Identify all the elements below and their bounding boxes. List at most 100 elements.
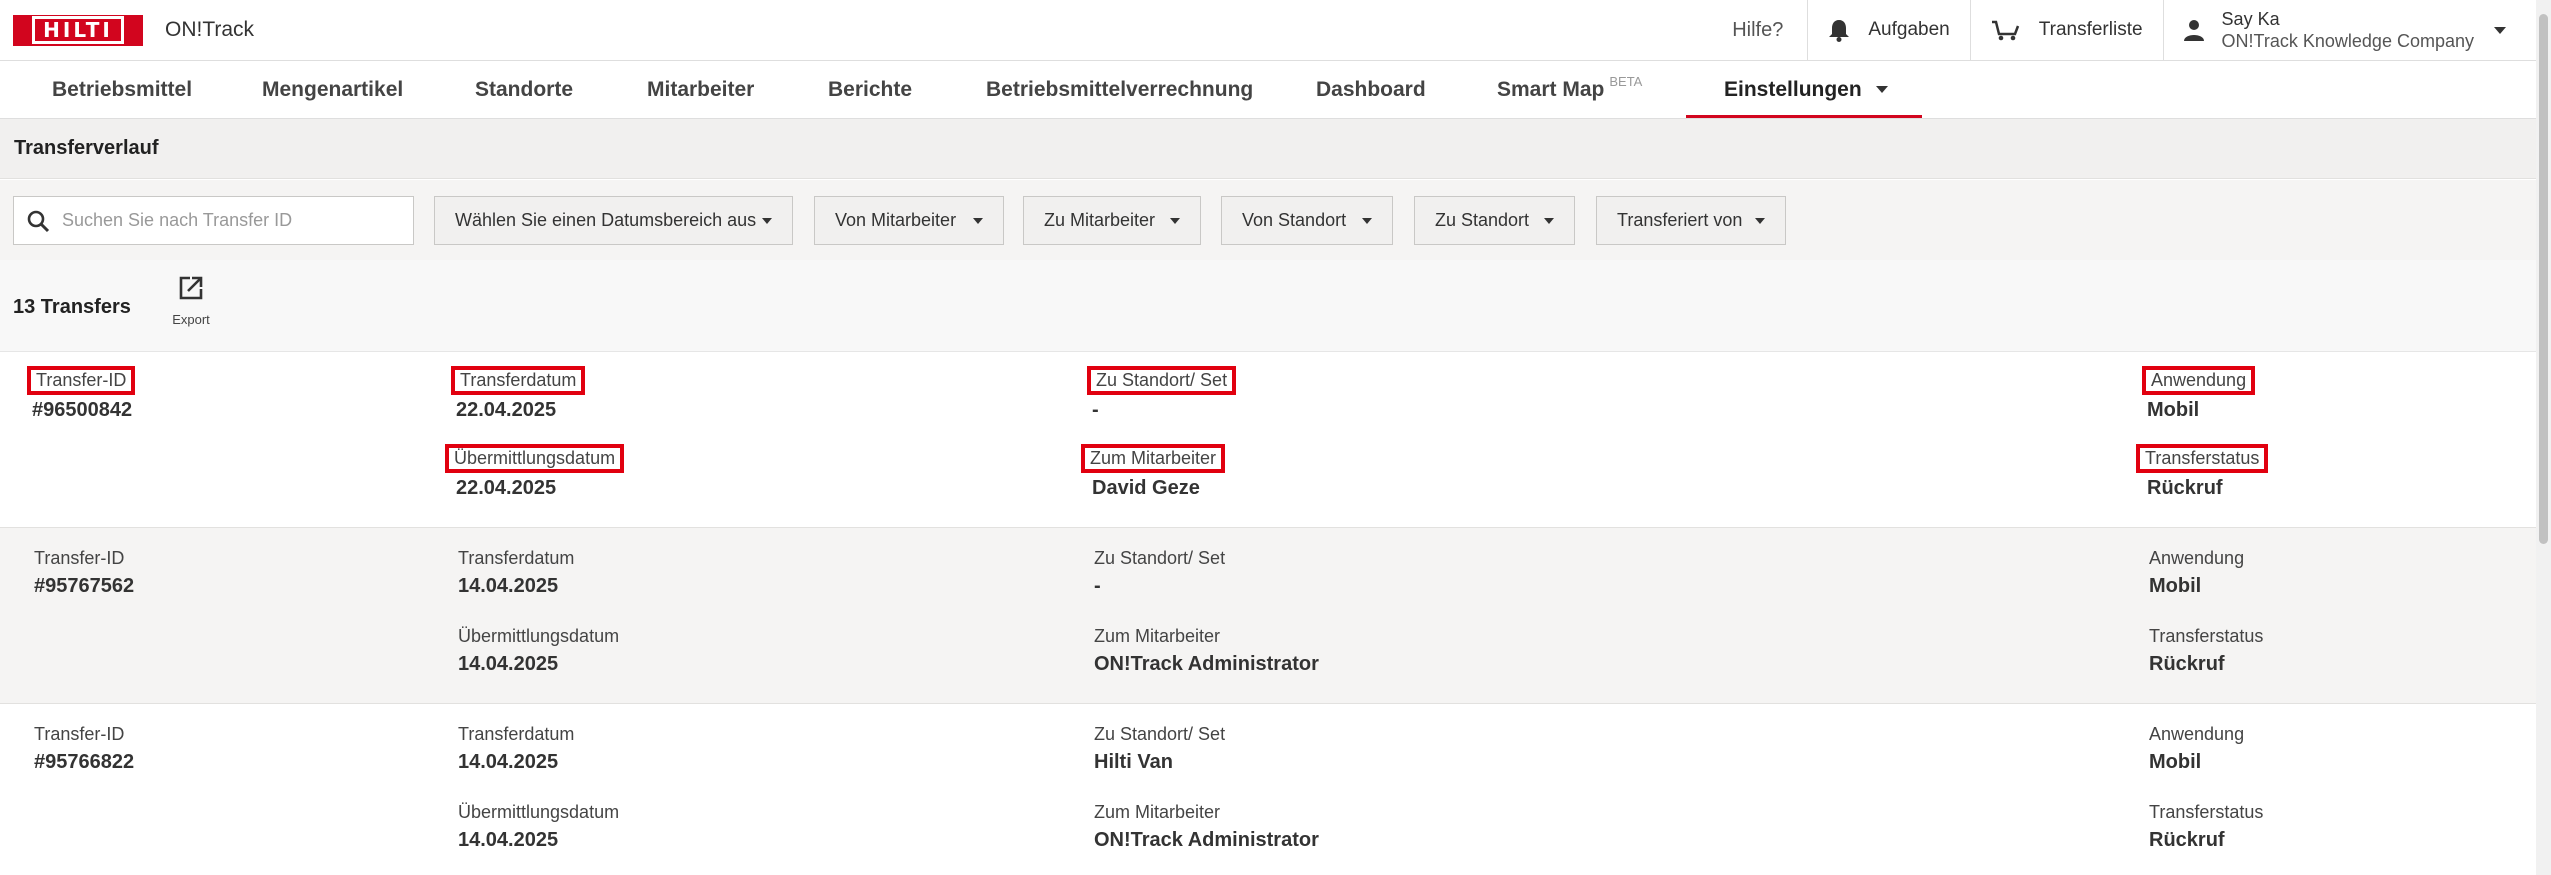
- tab-standorte[interactable]: Standorte: [475, 61, 573, 118]
- transfer-card[interactable]: Transfer-ID #96500842 Transferdatum 22.0…: [0, 352, 2536, 528]
- submission-date-label: Übermittlungsdatum: [458, 802, 620, 822]
- tab-einstellungen[interactable]: Einstellungen: [1724, 61, 1888, 118]
- filter-label: Von Mitarbeiter: [835, 210, 957, 230]
- transfer-date-value: 22.04.2025: [456, 399, 557, 421]
- to-location-label: Zu Standort/ Set: [1094, 548, 1226, 568]
- chevron-down-icon: [1755, 217, 1765, 224]
- tab-mengenartikel[interactable]: Mengenartikel: [262, 61, 403, 118]
- brand-text: HILTI: [32, 16, 124, 44]
- user-icon: [2183, 20, 2204, 41]
- date-range-filter[interactable]: Wählen Sie einen Datumsbereich aus: [434, 196, 793, 245]
- help-link[interactable]: Hilfe?: [1712, 0, 1807, 60]
- to-location-field: Zu Standort/ Set -: [1089, 546, 1230, 598]
- tab-smart-map[interactable]: Smart Map BETA: [1497, 61, 1642, 118]
- tab-dashboard[interactable]: Dashboard: [1316, 61, 1426, 118]
- tab-mitarbeiter[interactable]: Mitarbeiter: [647, 61, 754, 118]
- search-icon: [27, 210, 50, 232]
- to-location-value: Hilti Van: [1094, 751, 1173, 773]
- user-name: Say Ka: [2221, 9, 2280, 29]
- to-worker-value: David Geze: [1092, 477, 1200, 499]
- filter-label: Zu Standort: [1435, 210, 1530, 230]
- to-worker-label: Zum Mitarbeiter: [1081, 444, 1226, 473]
- tab-berichte[interactable]: Berichte: [828, 61, 912, 118]
- chevron-down-icon: [2494, 26, 2506, 34]
- chevron-down-icon: [762, 217, 772, 224]
- header-actions: Hilfe? Aufgaben Transferliste Say Ka ON!…: [1712, 0, 2536, 60]
- tasks-button[interactable]: Aufgaben: [1807, 0, 1969, 60]
- transfer-id-field: Transfer-ID #95766822: [29, 722, 134, 774]
- chevron-down-icon: [973, 217, 983, 224]
- tab-betriebsmittel[interactable]: Betriebsmittel: [52, 61, 192, 118]
- to-worker-filter[interactable]: Zu Mitarbeiter: [1023, 196, 1201, 245]
- bell-icon: [1829, 20, 1850, 42]
- transfer-card[interactable]: Transfer-ID #95766822 Transferdatum 14.0…: [0, 704, 2536, 875]
- from-location-filter[interactable]: Von Standort: [1221, 196, 1393, 245]
- to-worker-field: Zum Mitarbeiter David Geze: [1081, 444, 1226, 500]
- application-value: Mobil: [2149, 575, 2202, 597]
- submission-date-value: 14.04.2025: [458, 829, 559, 851]
- submission-date-field: Übermittlungsdatum 22.04.2025: [445, 444, 625, 500]
- tab-label: Standorte: [475, 77, 574, 101]
- beta-badge: BETA: [1609, 74, 1643, 89]
- tasks-label: Aufgaben: [1868, 19, 1950, 40]
- transfer-date-field: Transferdatum 14.04.2025: [453, 722, 579, 774]
- export-button[interactable]: Export: [170, 275, 212, 327]
- page-title: Transferverlauf: [14, 137, 159, 159]
- filter-bar: Wählen Sie einen Datumsbereich aus Von M…: [0, 180, 2536, 260]
- tab-label: Betriebsmittelverrechnung: [986, 77, 1254, 101]
- transfer-date-field: Transferdatum 14.04.2025: [453, 546, 579, 598]
- search-box[interactable]: [13, 196, 414, 245]
- status-value: Rückruf: [2149, 653, 2225, 675]
- page-scrollbar[interactable]: [2536, 0, 2551, 875]
- transfer-date-label: Transferdatum: [451, 366, 586, 395]
- transfer-date-value: 14.04.2025: [458, 575, 559, 597]
- application-label: Anwendung: [2142, 366, 2256, 395]
- status-label: Transferstatus: [2149, 626, 2264, 646]
- tab-betriebsmittelverrechnung[interactable]: Betriebsmittelverrechnung: [986, 61, 1253, 118]
- tab-label: Smart Map: [1497, 77, 1605, 101]
- tab-label: Berichte: [828, 77, 913, 101]
- to-location-value: -: [1092, 399, 1099, 421]
- transfer-date-label: Transferdatum: [458, 548, 575, 568]
- chevron-down-icon: [1362, 217, 1372, 224]
- to-location-label: Zu Standort/ Set: [1087, 366, 1237, 395]
- tab-label: Einstellungen: [1724, 77, 1862, 101]
- transfer-id-field: Transfer-ID #95767562: [29, 546, 134, 598]
- search-input[interactable]: [62, 210, 392, 231]
- transfer-list-label: Transferliste: [2038, 19, 2143, 40]
- transfer-list-button[interactable]: Transferliste: [1969, 0, 2163, 60]
- transfer-count: 13 Transfers: [13, 296, 131, 318]
- transfer-date-label: Transferdatum: [458, 724, 575, 744]
- to-worker-field: Zum Mitarbeiter ON!Track Administrator: [1089, 800, 1319, 852]
- transfer-card[interactable]: Transfer-ID #95767562 Transferdatum 14.0…: [0, 528, 2536, 704]
- to-location-filter[interactable]: Zu Standort: [1414, 196, 1575, 245]
- status-label: Transferstatus: [2136, 444, 2269, 473]
- status-field: Transferstatus Rückruf: [2136, 444, 2269, 500]
- transferred-by-filter[interactable]: Transferiert von: [1596, 196, 1786, 245]
- from-worker-filter[interactable]: Von Mitarbeiter: [814, 196, 1004, 245]
- main-nav: Betriebsmittel Mengenartikel Standorte M…: [0, 61, 2536, 119]
- submission-date-value: 14.04.2025: [458, 653, 559, 675]
- status-label: Transferstatus: [2149, 802, 2264, 822]
- hilti-logo[interactable]: HILTI: [13, 14, 143, 46]
- application-label: Anwendung: [2149, 548, 2245, 568]
- submission-date-field: Übermittlungsdatum 14.04.2025: [453, 800, 624, 852]
- submission-date-label: Übermittlungsdatum: [445, 444, 625, 473]
- transfer-id-field: Transfer-ID #96500842: [27, 366, 136, 422]
- transfer-date-field: Transferdatum 22.04.2025: [451, 366, 586, 422]
- to-location-value: -: [1094, 575, 1101, 597]
- to-location-label: Zu Standort/ Set: [1094, 724, 1226, 744]
- transfer-id-value: #95766822: [34, 751, 135, 773]
- status-field: Transferstatus Rückruf: [2144, 800, 2268, 852]
- to-location-field: Zu Standort/ Set Hilti Van: [1089, 722, 1230, 774]
- application-label: Anwendung: [2149, 724, 2245, 744]
- export-label: Export: [172, 312, 210, 327]
- to-worker-field: Zum Mitarbeiter ON!Track Administrator: [1089, 624, 1319, 676]
- scrollbar-thumb[interactable]: [2539, 14, 2548, 544]
- status-value: Rückruf: [2149, 829, 2225, 851]
- user-menu[interactable]: Say Ka ON!Track Knowledge Company: [2162, 0, 2536, 60]
- application-value: Mobil: [2149, 751, 2202, 773]
- chevron-down-icon: [1544, 217, 1554, 224]
- page-header: Transferverlauf: [0, 119, 2536, 179]
- tab-label: Dashboard: [1316, 77, 1426, 101]
